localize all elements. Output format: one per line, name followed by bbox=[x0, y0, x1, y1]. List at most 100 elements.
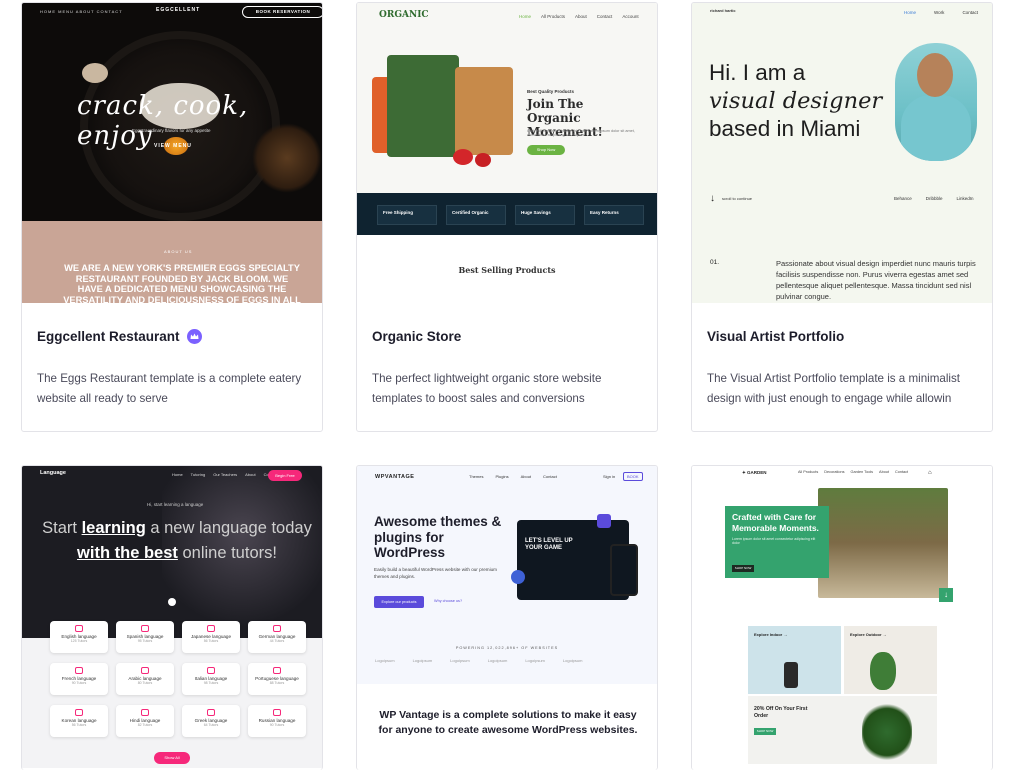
card-title[interactable]: Organic Store bbox=[372, 329, 461, 344]
preview-text: Click edit button to change this text. L… bbox=[527, 129, 635, 137]
scroll-hint: scroll to continue bbox=[722, 196, 753, 201]
template-card-language[interactable]: Language Home Tutoring Our Teachers Abou… bbox=[21, 465, 323, 770]
hero-title: Crafted with Care for Memorable Moments. bbox=[732, 512, 819, 533]
nav-item: Contact bbox=[962, 10, 978, 15]
tutor-count: 90 Tutors bbox=[71, 681, 87, 685]
tutor-count: 44 Tutors bbox=[269, 639, 285, 643]
preview-nav: Home Work Contact bbox=[904, 10, 978, 15]
hero-text: Lorem ipsum dolor sit amet consectetur a… bbox=[732, 537, 816, 545]
feature-box: Certified Organic bbox=[446, 205, 506, 225]
template-preview[interactable]: HOME MENU ABOUT CONTACT EGGCELLENT BOOK … bbox=[22, 3, 322, 305]
nav-item: Work bbox=[934, 10, 945, 15]
feature-box: Free Shipping bbox=[377, 205, 437, 225]
flag-icon bbox=[207, 709, 215, 716]
hero-button: SHOP NOW bbox=[732, 565, 754, 572]
template-card-eggcellent[interactable]: HOME MENU ABOUT CONTACT EGGCELLENT BOOK … bbox=[21, 2, 323, 432]
preview-paragraph: Passionate about visual design imperdiet… bbox=[776, 259, 976, 301]
flag-icon bbox=[207, 625, 215, 632]
tutor-count: 90 Tutors bbox=[269, 723, 285, 727]
tutor-count: 125 Tutors bbox=[70, 639, 88, 643]
partner-logo: Logoipsum bbox=[375, 658, 395, 663]
preview-brand: richard hartic bbox=[710, 8, 736, 13]
preview-nav: HOME MENU ABOUT CONTACT bbox=[40, 9, 123, 14]
template-preview[interactable]: ✦ GARDEN All Products Decorations Garden… bbox=[692, 466, 992, 770]
mockup-title: LET'S LEVEL UP YOUR GAME bbox=[525, 538, 573, 551]
card-description: The Eggs Restaurant template is a comple… bbox=[37, 372, 302, 405]
language-tile: Italian language 98 Tutors bbox=[182, 663, 240, 695]
logo-strip: Logoipsum Logoipsum Logoipsum Logoipsum … bbox=[375, 658, 582, 663]
card-title-text[interactable]: Eggcellent Restaurant bbox=[37, 329, 180, 344]
template-preview[interactable]: WPVANTAGE Themes Plugins About Contact S… bbox=[357, 466, 657, 770]
nav-item: Tutoring bbox=[190, 472, 206, 477]
template-preview[interactable]: richard hartic Home Work Contact Hi. I a… bbox=[692, 3, 992, 305]
language-tile: Greek language 64 Tutors bbox=[182, 705, 240, 737]
preview-logo: Language bbox=[40, 470, 66, 476]
preview-nav: Home All Products About Contact Account bbox=[519, 14, 639, 19]
card-title[interactable]: Visual Artist Portfolio bbox=[707, 329, 844, 344]
bag-image bbox=[387, 55, 459, 157]
cart-icon: ⌂ bbox=[928, 470, 932, 476]
nav-item: Home bbox=[904, 10, 917, 15]
language-tile: Portuguese language 88 Tutors bbox=[248, 663, 306, 695]
nav-item: Contact bbox=[543, 474, 557, 479]
nav-item: Garden Tools bbox=[850, 470, 874, 474]
preview-why-link: Why choose us? bbox=[434, 599, 463, 603]
bag-image bbox=[455, 67, 513, 155]
preview-about-label: ABOUT US bbox=[164, 249, 193, 254]
preview-subline: Eggstraordinary flavors for any appetite bbox=[132, 128, 211, 133]
preview-brand: EGGCELLENT bbox=[156, 7, 201, 13]
language-tile: English language 125 Tutors bbox=[50, 621, 108, 653]
tutor-count: 80 Tutors bbox=[137, 681, 153, 685]
offer-text: 20% Off On Your First Order bbox=[754, 706, 808, 719]
tutor-count: 88 Tutors bbox=[269, 681, 285, 685]
template-preview[interactable]: ORGANIC Home All Products About Contact … bbox=[357, 3, 657, 305]
preview-logo: ✦ GARDEN bbox=[742, 470, 767, 475]
template-card-garden[interactable]: ✦ GARDEN All Products Decorations Garden… bbox=[691, 465, 993, 770]
social-links: Behance Dribbble LinkedIn bbox=[894, 196, 974, 201]
hero-box: Crafted with Care for Memorable Moments.… bbox=[725, 506, 829, 578]
headline-line: Hi. I am a bbox=[709, 60, 806, 85]
headline-part: with the best bbox=[77, 544, 178, 562]
card-title[interactable]: Eggcellent Restaurant bbox=[37, 329, 202, 344]
preview-book-button: BOOK RESERVATION bbox=[242, 6, 322, 18]
partner-logo: Logoipsum bbox=[525, 658, 545, 663]
nav-item: Contact bbox=[894, 470, 909, 474]
nav-item: Decorations bbox=[824, 470, 845, 474]
nav-item: Account bbox=[622, 14, 639, 19]
partner-logo: Logoipsum bbox=[487, 658, 508, 663]
nav-item: All Products bbox=[798, 470, 819, 474]
play-icon bbox=[168, 598, 176, 606]
nav-item: About bbox=[879, 470, 889, 474]
preview-text: Easily build a beautiful WordPress websi… bbox=[374, 567, 497, 579]
tile-label: Explore Indoor → bbox=[754, 632, 788, 637]
flag-icon bbox=[141, 667, 149, 674]
preview-nav: Home Tutoring Our Teachers About Contact bbox=[172, 472, 277, 477]
language-tile: Hindi language 82 Tutors bbox=[116, 705, 174, 737]
portrait-image bbox=[895, 43, 977, 161]
tutor-count: 95 Tutors bbox=[137, 639, 153, 643]
language-tile: French language 90 Tutors bbox=[50, 663, 108, 695]
template-card-wpvantage[interactable]: WPVANTAGE Themes Plugins About Contact S… bbox=[356, 465, 658, 770]
template-preview[interactable]: Language Home Tutoring Our Teachers Abou… bbox=[22, 466, 322, 770]
template-card-visual-artist[interactable]: richard hartic Home Work Contact Hi. I a… bbox=[691, 2, 993, 432]
preview-section-title: Best Selling Products bbox=[458, 265, 556, 275]
language-tile: Arabic language 80 Tutors bbox=[116, 663, 174, 695]
nav-item: About bbox=[575, 14, 587, 19]
headline-line: based in Miami bbox=[709, 116, 861, 141]
offer-button: SHOP NOW bbox=[754, 728, 776, 735]
social-link: LinkedIn bbox=[956, 196, 974, 201]
preview-cta-button: Begin Free bbox=[268, 470, 302, 481]
flag-icon bbox=[75, 625, 83, 632]
preview-headline: Start learning a new language today with… bbox=[42, 516, 312, 566]
flag-icon bbox=[141, 625, 149, 632]
headline-part: a new language today bbox=[145, 519, 312, 537]
nav-item: Plugins bbox=[495, 474, 509, 479]
tile-label: Explore Outdoor → bbox=[850, 632, 887, 637]
tutor-count: 82 Tutors bbox=[137, 723, 153, 727]
nav-item: Themes bbox=[469, 474, 484, 479]
tutor-count: 56 Tutors bbox=[71, 723, 87, 727]
nav-item: Our Teachers bbox=[213, 472, 238, 477]
template-card-organic[interactable]: ORGANIC Home All Products About Contact … bbox=[356, 2, 658, 432]
language-tile: Spanish language 95 Tutors bbox=[116, 621, 174, 653]
nav-item: Contact bbox=[596, 14, 613, 19]
